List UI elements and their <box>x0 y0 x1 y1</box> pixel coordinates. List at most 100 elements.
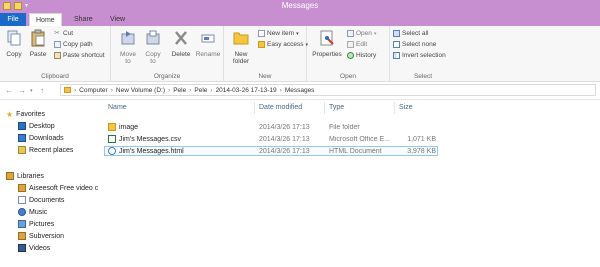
new-folder-button[interactable]: New folder <box>228 29 254 65</box>
move-to-icon <box>121 31 135 45</box>
group-organize: Move to Copy to Delete Rename Organize <box>111 26 224 81</box>
chevron-down-icon[interactable]: ▾ <box>30 88 33 94</box>
group-label-select: Select <box>413 73 433 80</box>
recent-places-icon <box>18 146 26 154</box>
paste-shortcut-button[interactable]: Paste shortcut <box>54 52 105 59</box>
copy-path-icon <box>54 41 61 48</box>
breadcrumb-segment[interactable]: Pele <box>194 87 207 94</box>
ribbon: Copy Paste ✂ Cut Copy path Paste shortcu… <box>0 26 600 82</box>
file-size: 3,978 KB <box>407 147 436 155</box>
select-none-button[interactable]: Select none <box>393 41 436 48</box>
downloads-icon <box>18 134 26 142</box>
select-all-button[interactable]: Select all <box>393 30 428 37</box>
history-icon <box>347 52 354 59</box>
paste-icon <box>31 29 45 47</box>
file-row-selected[interactable]: Jim's Messages.html 2014/3/26 17:13 HTML… <box>104 146 438 156</box>
copy-path-button[interactable]: Copy path <box>54 41 93 48</box>
file-row[interactable]: Jim's Messages.csv 2014/3/26 17:13 Micro… <box>104 134 438 144</box>
open-button[interactable]: Open ▾ <box>347 30 376 37</box>
scissors-icon: ✂ <box>54 30 60 37</box>
move-to-button[interactable]: Move to <box>117 29 139 65</box>
music-icon <box>18 208 26 216</box>
address-path[interactable]: › Computer › New Volume (D:) › Pele › Pe… <box>60 84 596 96</box>
file-date: 2014/3/26 17:13 <box>259 147 310 155</box>
nav-item-documents[interactable]: Documents <box>18 196 64 204</box>
nav-item-videos[interactable]: Videos <box>18 244 50 252</box>
new-item-icon <box>258 30 265 37</box>
copy-icon <box>7 30 21 46</box>
properties-icon <box>320 30 334 46</box>
group-label-clipboard: Clipboard <box>41 73 69 80</box>
nav-item-subversion[interactable]: Subversion <box>18 232 64 240</box>
group-select: Select all Select none Invert selection … <box>390 26 456 81</box>
column-divider[interactable] <box>254 102 255 114</box>
group-new: New folder New item ▾ Easy access ▾ New <box>224 26 308 81</box>
library-folder-icon <box>18 184 26 192</box>
file-name: Jim's Messages.html <box>119 147 184 155</box>
up-arrow-icon[interactable]: ↑ <box>40 86 44 95</box>
paste-shortcut-icon <box>54 52 61 59</box>
window-title: Messages <box>281 1 319 10</box>
column-header-date-modified[interactable]: Date modified <box>259 104 302 111</box>
breadcrumb-segment[interactable]: 2014-03-26 17-13-19 <box>216 87 277 94</box>
address-bar: ← → ▾ ↑ › Computer › New Volume (D:) › P… <box>0 82 600 100</box>
nav-libraries[interactable]: Libraries <box>6 172 44 180</box>
csv-file-icon <box>108 135 116 143</box>
group-label-open: Open <box>340 73 356 80</box>
file-size: 1,071 KB <box>407 135 436 143</box>
group-label-new: New <box>258 73 272 80</box>
file-date: 2014/3/26 17:13 <box>259 123 310 131</box>
group-clipboard: Copy Paste ✂ Cut Copy path Paste shortcu… <box>0 26 111 81</box>
file-name: Jim's Messages.csv <box>119 135 182 143</box>
copy-button[interactable]: Copy <box>4 29 24 58</box>
paste-button[interactable]: Paste <box>27 29 49 58</box>
new-item-button[interactable]: New item ▾ <box>258 30 299 37</box>
nav-favorites[interactable]: ★ Favorites <box>6 110 45 119</box>
forward-arrow-icon[interactable]: → <box>18 86 26 95</box>
cut-button[interactable]: ✂ Cut <box>54 30 73 37</box>
nav-item-recent-places[interactable]: Recent places <box>18 146 73 154</box>
tab-file[interactable]: File <box>0 13 26 26</box>
delete-button[interactable]: Delete <box>169 29 193 58</box>
column-header-size[interactable]: Size <box>399 104 413 111</box>
nav-item-pictures[interactable]: Pictures <box>18 220 54 228</box>
tab-view[interactable]: View <box>104 13 131 26</box>
delete-icon <box>175 31 187 45</box>
breadcrumb-segment[interactable]: Pele <box>173 87 186 94</box>
subversion-icon <box>18 232 26 240</box>
edit-icon <box>347 41 354 48</box>
invert-selection-icon <box>393 52 400 59</box>
column-divider[interactable] <box>394 102 395 114</box>
nav-item-aiseesoft[interactable]: Aiseesoft Free video c <box>18 184 98 192</box>
nav-item-music[interactable]: Music <box>18 208 47 216</box>
file-row[interactable]: image 2014/3/26 17:13 File folder <box>104 122 438 132</box>
invert-selection-button[interactable]: Invert selection <box>393 52 446 59</box>
documents-icon <box>18 196 26 204</box>
file-type: HTML Document <box>329 147 382 155</box>
easy-access-button[interactable]: Easy access ▾ <box>258 41 308 48</box>
chevron-right-icon: › <box>210 86 213 94</box>
back-arrow-icon[interactable]: ← <box>5 86 13 95</box>
tab-share[interactable]: Share <box>68 13 99 26</box>
file-name: image <box>119 123 139 131</box>
breadcrumb-segment[interactable]: New Volume (D:) <box>116 87 165 94</box>
file-type: Microsoft Office E... <box>329 135 390 143</box>
column-header-name[interactable]: Name <box>108 104 127 111</box>
edit-button[interactable]: Edit <box>347 41 367 48</box>
breadcrumb-segment[interactable]: Computer <box>79 87 108 94</box>
tab-home[interactable]: Home <box>29 13 62 27</box>
desktop-icon <box>18 122 26 130</box>
folder-icon <box>64 87 71 93</box>
rename-button[interactable]: Rename <box>195 29 221 58</box>
new-folder-icon <box>233 32 249 45</box>
chevron-right-icon: › <box>168 86 171 94</box>
nav-item-desktop[interactable]: Desktop <box>18 122 55 130</box>
column-divider[interactable] <box>324 102 325 114</box>
breadcrumb-segment[interactable]: Messages <box>285 87 315 94</box>
column-header-type[interactable]: Type <box>329 104 344 111</box>
properties-button[interactable]: Properties <box>311 29 343 58</box>
copy-to-icon <box>146 30 160 45</box>
history-button[interactable]: History <box>347 52 376 59</box>
copy-to-button[interactable]: Copy to <box>142 29 164 65</box>
nav-item-downloads[interactable]: Downloads <box>18 134 64 142</box>
